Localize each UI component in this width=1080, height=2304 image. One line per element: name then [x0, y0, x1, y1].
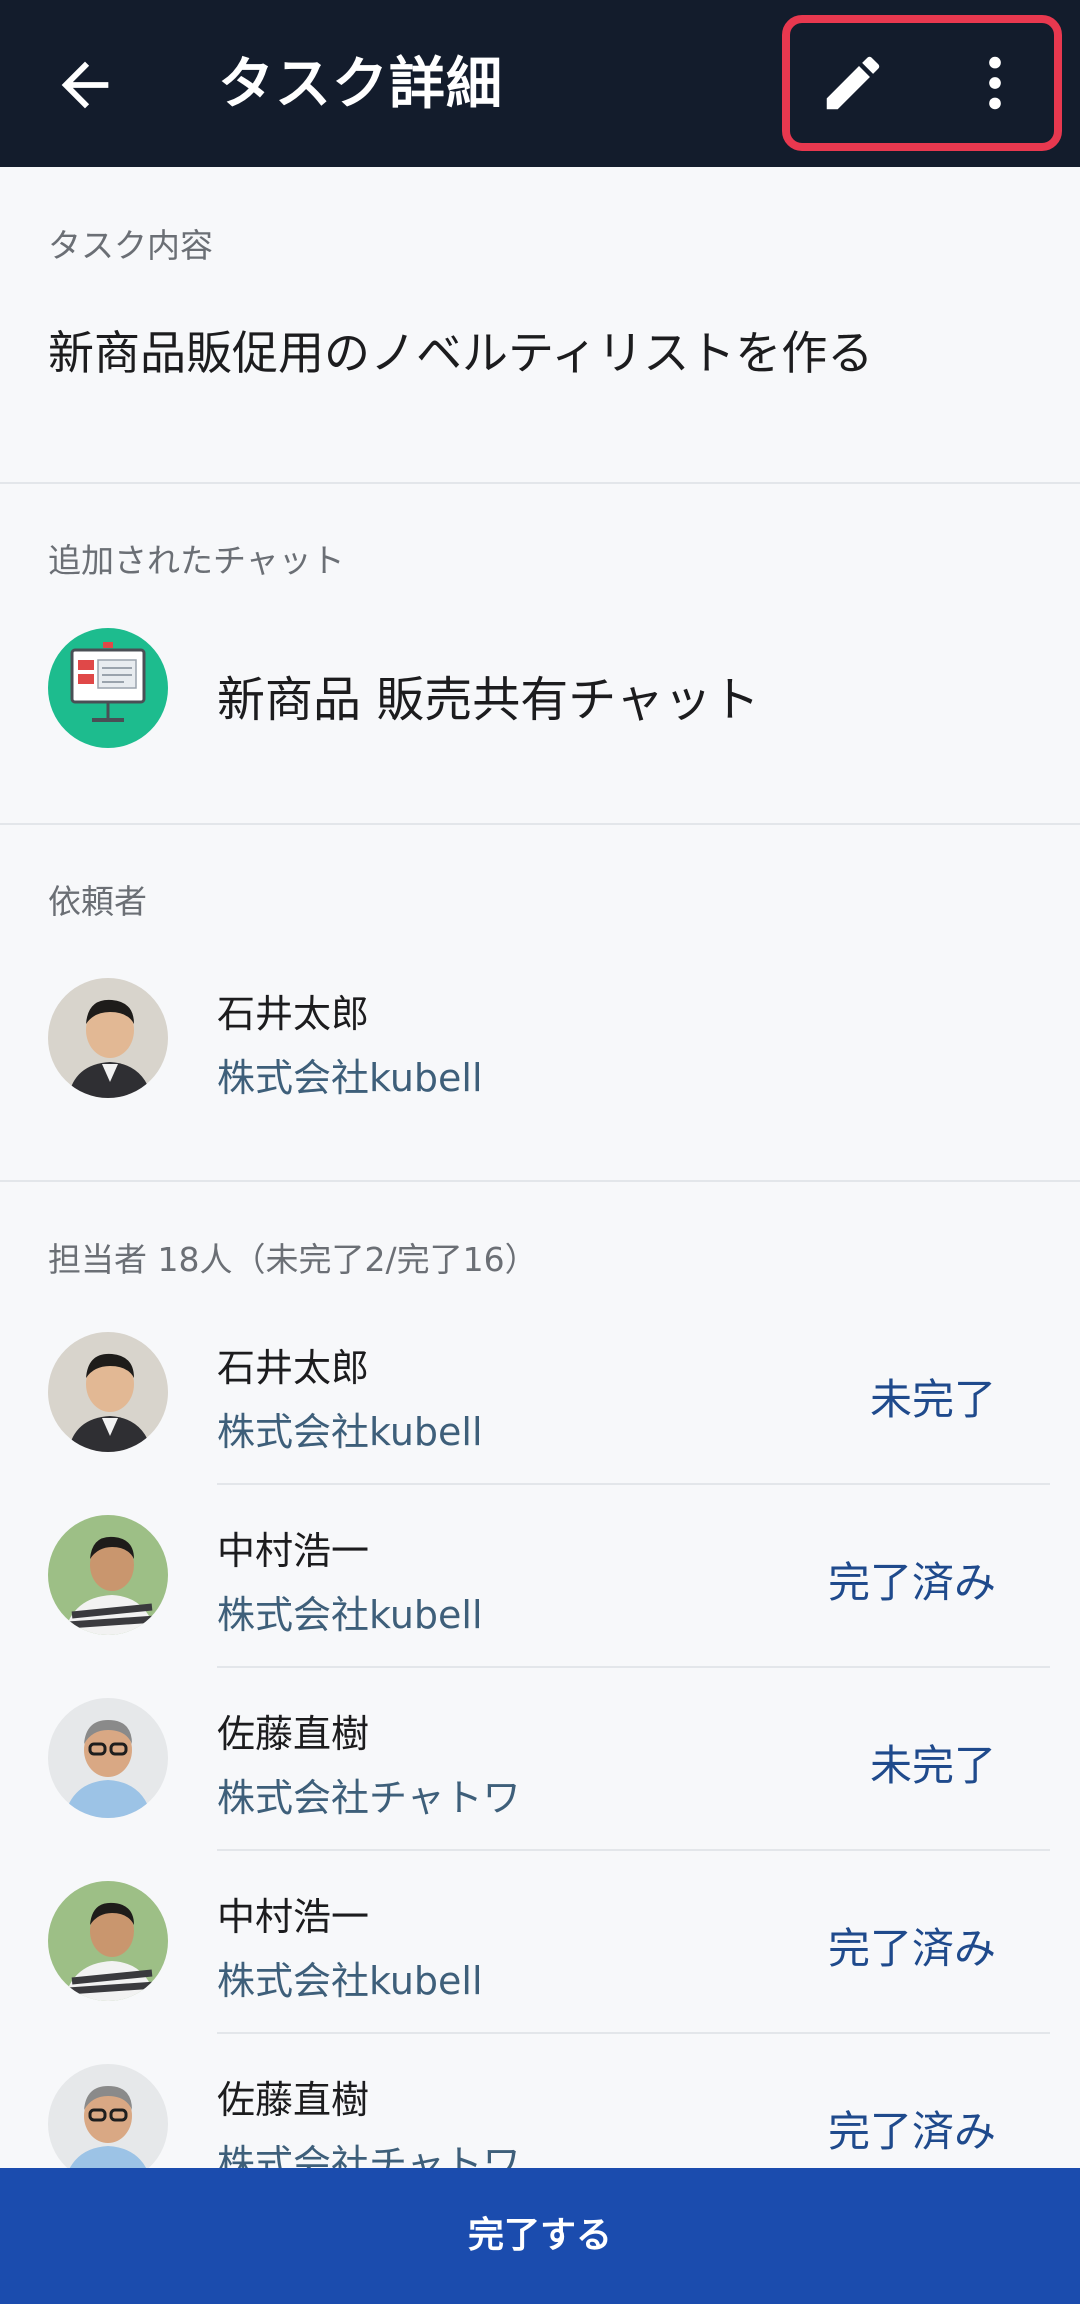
app-bar: タスク詳細: [0, 0, 1080, 167]
assignee-name: 佐藤直樹: [217, 2078, 370, 2122]
pencil-icon: [826, 56, 880, 110]
assignee-name: 石井太郎: [217, 1346, 370, 1390]
assignee-status: 完了済み: [827, 2107, 996, 2156]
assignee-avatar: [48, 1881, 168, 2001]
assignee-company: 株式会社kubell: [217, 1410, 483, 1454]
assignees-label: 担当者 18人（未完了2/完了16）: [48, 1240, 538, 1279]
person-avatar-icon: [48, 1515, 168, 1635]
chat-room-icon[interactable]: [48, 628, 168, 748]
person-avatar-icon: [48, 1332, 168, 1452]
assignee-company: 株式会社kubell: [217, 1593, 483, 1637]
requester-company: 株式会社kubell: [217, 1056, 483, 1100]
requester-section: 依頼者: [0, 825, 1080, 1182]
person-avatar-icon: [48, 978, 168, 1098]
assignee-company: 株式会社kubell: [217, 1959, 483, 2003]
assignee-status: 完了済み: [827, 1558, 996, 1607]
chat-room-name[interactable]: 新商品 販売共有チャット: [217, 660, 760, 730]
more-options-button[interactable]: [960, 48, 1030, 118]
back-button[interactable]: [50, 50, 120, 120]
arrow-left-icon: [61, 61, 109, 109]
presentation-board-icon: [48, 628, 168, 748]
assignee-company: 株式会社チャトワ: [217, 1776, 521, 1820]
assignee-status: 完了済み: [827, 1924, 996, 1973]
requester-avatar[interactable]: [48, 978, 168, 1098]
assignee-status: 未完了: [869, 1375, 996, 1424]
chat-section-label: 追加されたチャット: [48, 541, 345, 580]
assignee-avatar: [48, 1515, 168, 1635]
requester-label: 依頼者: [48, 882, 147, 921]
assignee-name: 佐藤直樹: [217, 1712, 370, 1756]
assignee-avatar: [48, 1332, 168, 1452]
assignee-status: 未完了: [869, 1741, 996, 1790]
more-vertical-icon: [989, 56, 1001, 110]
requester-name: 石井太郎: [217, 992, 370, 1036]
person-avatar-icon: [48, 1698, 168, 1818]
assignee-avatar: [48, 2064, 168, 2184]
person-avatar-icon: [48, 1881, 168, 2001]
task-section: タスク内容 新商品販促用のノベルティリストを作る: [0, 167, 1080, 484]
task-content-text: 新商品販促用のノベルティリストを作る: [48, 326, 874, 380]
assignee-avatar: [48, 1698, 168, 1818]
row-divider: [217, 2032, 1050, 2034]
page-title: タスク詳細: [218, 52, 503, 117]
task-content-label: タスク内容: [48, 226, 213, 265]
person-avatar-icon: [48, 2064, 168, 2184]
assignee-name: 中村浩一: [217, 1529, 370, 1573]
row-divider: [217, 1849, 1050, 1851]
complete-button[interactable]: 完了する: [0, 2168, 1080, 2304]
row-divider: [217, 1666, 1050, 1668]
edit-button[interactable]: [818, 48, 888, 118]
assignee-name: 中村浩一: [217, 1895, 370, 1939]
row-divider: [217, 1483, 1050, 1485]
